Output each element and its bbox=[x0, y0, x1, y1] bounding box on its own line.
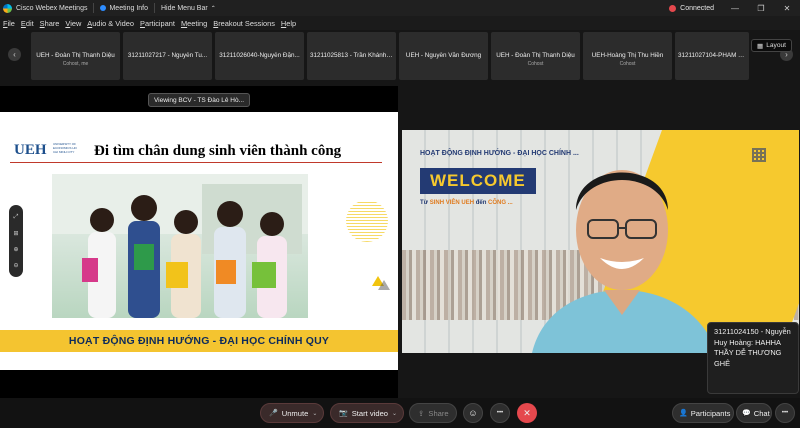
virtual-bg-welcome: WELCOME bbox=[420, 168, 536, 194]
chat-label: Chat bbox=[753, 408, 770, 418]
meeting-info-label: Meeting Info bbox=[109, 4, 148, 12]
webex-meeting-window: Cisco Webex Meetings Meeting Info Hide M… bbox=[0, 0, 800, 428]
decorative-circle bbox=[346, 200, 388, 242]
menu-view[interactable]: View bbox=[65, 19, 81, 28]
students-illustration bbox=[52, 174, 308, 318]
video-off-icon: 📷 bbox=[339, 410, 348, 417]
viewing-share-label[interactable]: Viewing BCV - TS Đào Lê Hò... bbox=[148, 93, 250, 107]
menu-bar: File Edit Share View Audio & Video Parti… bbox=[0, 16, 800, 30]
decorative-grid bbox=[752, 148, 766, 162]
participant-tile[interactable]: 31211027104-PHAM THI N... bbox=[675, 32, 749, 80]
chevron-down-icon[interactable]: ⌄ bbox=[392, 410, 397, 417]
title-bar-right: Connected — ❐ ✕ bbox=[669, 4, 800, 13]
webex-logo-icon bbox=[3, 3, 12, 13]
menu-help[interactable]: Help bbox=[281, 19, 296, 28]
participants-button[interactable]: 👤 Participants bbox=[672, 403, 734, 423]
shared-slide: UEH UNIVERSITY OF ECONOMICS HO CHI MINH … bbox=[0, 112, 398, 370]
connection-status-icon bbox=[669, 4, 677, 12]
ueh-logo-subtitle: UNIVERSITY OF ECONOMICS HO CHI MINH CITY bbox=[53, 142, 77, 154]
hide-menu-bar-button[interactable]: Hide Menu Bar ⌃ bbox=[161, 5, 216, 12]
menu-edit[interactable]: Edit bbox=[21, 19, 34, 28]
virtual-bg-subtitle: Từ SINH VIÊN UEH đến CÔNG ... bbox=[420, 200, 513, 206]
participants-label: Participants bbox=[690, 408, 731, 418]
participant-tile[interactable]: UEH-Hoàng Thị Thu Hiền Cohost bbox=[583, 32, 672, 80]
speaker-person bbox=[532, 170, 717, 353]
app-title: Cisco Webex Meetings bbox=[16, 4, 88, 12]
restore-button[interactable]: ❐ bbox=[748, 4, 774, 13]
participant-tiles: UEH - Đoàn Thị Thanh Diệu Cohost, me 3121… bbox=[31, 32, 749, 80]
share-label: Share bbox=[428, 408, 449, 418]
unmute-label: Unmute bbox=[281, 408, 309, 418]
layout-label: Layout bbox=[766, 42, 786, 49]
layout-icon: ▦ bbox=[756, 42, 764, 50]
participant-strip: ‹ UEH - Đoàn Thị Thanh Diệu Cohost, me 31… bbox=[0, 30, 800, 82]
close-window-button[interactable]: ✕ bbox=[774, 4, 800, 13]
chat-button[interactable]: 💬 Chat bbox=[736, 403, 772, 423]
fit-icon[interactable]: ⤢ bbox=[14, 214, 19, 221]
strip-prev-button[interactable]: ‹ bbox=[8, 48, 21, 61]
slide-title: Đi tìm chân dung sinh viên thành công bbox=[94, 143, 342, 159]
mic-muted-icon: 🎤 bbox=[269, 410, 278, 417]
participant-tile[interactable]: 31211027217 - Nguyễn Tu... bbox=[123, 32, 212, 80]
menu-meeting[interactable]: Meeting bbox=[181, 19, 207, 28]
annotate-icon[interactable]: ⊞ bbox=[13, 230, 18, 237]
title-underline bbox=[10, 162, 382, 163]
chevron-down-icon[interactable]: ⌄ bbox=[312, 410, 317, 417]
menu-share[interactable]: Share bbox=[40, 19, 60, 28]
chat-icon: 💬 bbox=[742, 410, 751, 417]
reactions-button[interactable]: ☺ bbox=[463, 403, 483, 423]
active-speaker-video: HOẠT ĐỘNG ĐỊNH HƯỚNG - ĐẠI HỌC CHÍNH ...… bbox=[402, 130, 799, 353]
chat-notification[interactable]: 31211024150 - Nguyễn Huy Hoàng: HAHHA TH… bbox=[707, 322, 799, 394]
meeting-info-button[interactable]: Meeting Info bbox=[100, 5, 148, 12]
meeting-controls: 🎤 Unmute ⌄ 📷 Start video ⌄ ⇪ Share ☺ •••… bbox=[0, 398, 800, 428]
zoom-in-icon[interactable]: ⊕ bbox=[13, 246, 18, 253]
start-video-button[interactable]: 📷 Start video ⌄ bbox=[330, 403, 404, 423]
zoom-out-icon[interactable]: ⊖ bbox=[13, 262, 18, 269]
participants-icon: 👤 bbox=[679, 410, 688, 417]
divider bbox=[154, 3, 155, 13]
layout-button[interactable]: ▦ Layout bbox=[750, 39, 792, 52]
unmute-button[interactable]: 🎤 Unmute ⌄ bbox=[260, 403, 324, 423]
divider bbox=[93, 3, 95, 13]
title-bar: Cisco Webex Meetings Meeting Info Hide M… bbox=[0, 0, 800, 16]
participant-tile[interactable]: 31211026040-Nguyễn Đặn... bbox=[215, 32, 304, 80]
chevron-up-icon: ⌃ bbox=[210, 5, 216, 12]
decorative-triangle bbox=[378, 280, 390, 290]
share-button[interactable]: ⇪ Share bbox=[409, 403, 457, 423]
connection-status: Connected bbox=[680, 4, 714, 12]
menu-file[interactable]: File bbox=[3, 19, 15, 28]
participant-tile[interactable]: UEH - Đoàn Thị Thanh Diệu Cohost, me bbox=[31, 32, 120, 80]
minimize-button[interactable]: — bbox=[722, 4, 748, 13]
participant-tile[interactable]: UEH - Đoàn Thị Thanh Diệu Cohost bbox=[491, 32, 580, 80]
share-icon: ⇪ bbox=[418, 408, 425, 418]
menu-participant[interactable]: Participant bbox=[140, 19, 175, 28]
slide-banner: HOẠT ĐỘNG ĐỊNH HƯỚNG - ĐẠI HỌC CHÍNH QUY bbox=[0, 330, 398, 352]
participant-tile[interactable]: 31211025813 - Trần Khánh ... bbox=[307, 32, 396, 80]
students-photo bbox=[52, 174, 308, 318]
ueh-logo: UEH bbox=[14, 142, 47, 158]
start-video-label: Start video bbox=[351, 408, 389, 418]
hide-menu-bar-label: Hide Menu Bar bbox=[161, 4, 208, 12]
more-options-button[interactable]: ••• bbox=[490, 403, 510, 423]
participant-tile[interactable]: UEH - Nguyễn Văn Đương bbox=[399, 32, 488, 80]
menu-breakout-sessions[interactable]: Breakout Sessions bbox=[213, 19, 275, 28]
menu-audio-video[interactable]: Audio & Video bbox=[87, 19, 134, 28]
end-meeting-button[interactable]: ✕ bbox=[517, 403, 537, 423]
info-icon bbox=[100, 5, 107, 11]
more-panels-button[interactable]: ••• bbox=[775, 403, 795, 423]
share-zoom-toolbar: ⤢ ⊞ ⊕ ⊖ bbox=[9, 205, 23, 277]
